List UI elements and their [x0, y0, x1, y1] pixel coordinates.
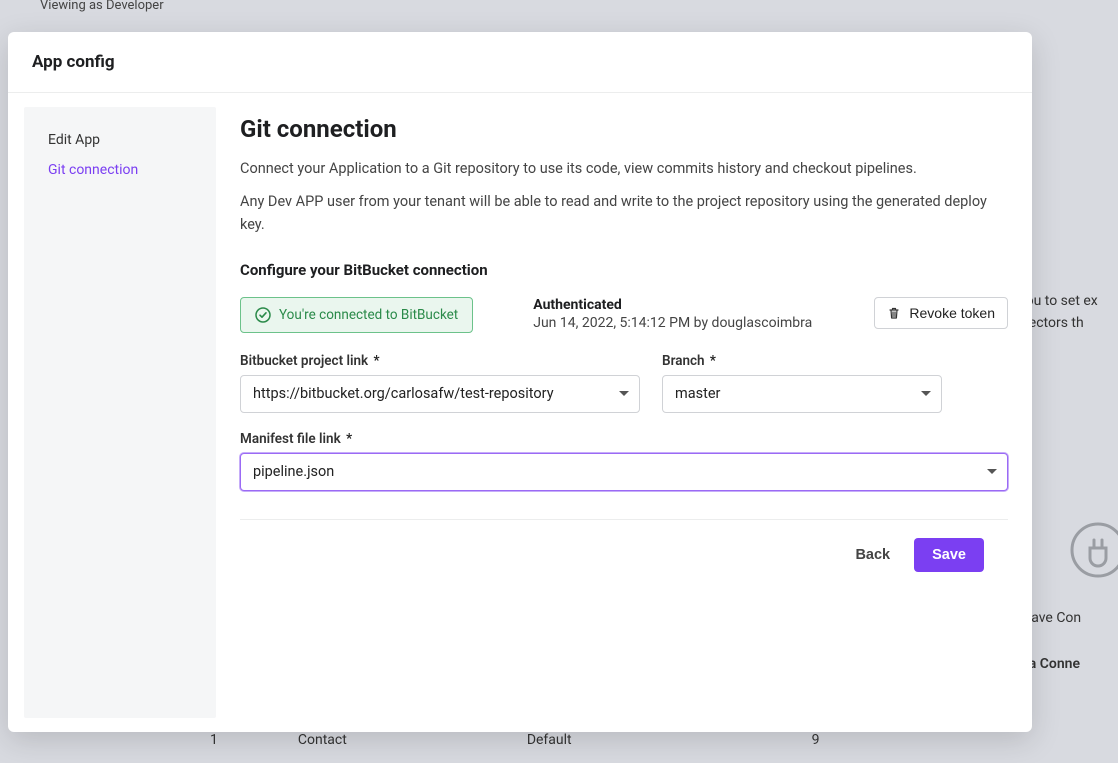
connected-badge-text: You're connected to BitBucket [279, 307, 458, 323]
save-button[interactable]: Save [914, 538, 984, 572]
field-branch: Branch * master [662, 353, 942, 413]
modal-header: App config [8, 32, 1032, 93]
field-project-link: Bitbucket project link * https://bitbuck… [240, 353, 640, 413]
back-button[interactable]: Back [849, 539, 896, 571]
sidebar-item-edit-app[interactable]: Edit App [24, 125, 216, 155]
bg-table-type: Default [527, 732, 572, 748]
chevron-down-icon [921, 391, 931, 396]
sidebar-item-git-connection[interactable]: Git connection [24, 155, 216, 185]
viewing-as-text: Viewing as Developer [40, 0, 164, 13]
modal-sidebar: Edit App Git connection [24, 107, 216, 718]
bg-table-num: 1 [210, 732, 218, 748]
bg-table-count: 9 [812, 732, 820, 748]
page-desc-1: Connect your Application to a Git reposi… [240, 157, 1008, 180]
modal-main: Git connection Connect your Application … [216, 93, 1032, 732]
page-heading: Git connection [240, 115, 1008, 143]
chevron-down-icon [987, 469, 997, 474]
app-config-modal: App config Edit App Git connection Git c… [8, 32, 1032, 732]
page-desc-2: Any Dev APP user from your tenant will b… [240, 190, 1008, 236]
auth-info: Authenticated Jun 14, 2022, 5:14:12 PM b… [533, 297, 854, 331]
bg-table-name: Contact [298, 732, 347, 748]
connected-badge: You're connected to BitBucket [240, 297, 473, 333]
sidebar-item-label: Edit App [48, 132, 100, 148]
project-link-select[interactable]: https://bitbucket.org/carlosafw/test-rep… [240, 375, 640, 413]
field-label-project: Bitbucket project link * [240, 353, 640, 369]
auth-heading: Authenticated [533, 297, 854, 313]
modal-footer: Back Save [240, 519, 1008, 590]
field-label-branch: Branch * [662, 353, 942, 369]
modal-title: App config [32, 52, 1008, 72]
sidebar-item-label: Git connection [48, 162, 138, 178]
plug-icon [1068, 520, 1118, 580]
trash-icon [887, 306, 901, 320]
chevron-down-icon [619, 391, 629, 396]
revoke-token-label: Revoke token [909, 305, 995, 321]
manifest-value: pipeline.json [253, 463, 334, 480]
branch-select[interactable]: master [662, 375, 942, 413]
manifest-select[interactable]: pipeline.json [240, 453, 1008, 491]
configure-label: Configure your BitBucket connection [240, 261, 1008, 279]
project-link-value: https://bitbucket.org/carlosafw/test-rep… [253, 385, 554, 402]
field-label-manifest: Manifest file link * [240, 431, 1008, 447]
revoke-token-button[interactable]: Revoke token [874, 297, 1008, 329]
auth-detail: Jun 14, 2022, 5:14:12 PM by douglascoimb… [533, 315, 854, 331]
branch-value: master [675, 385, 720, 402]
check-circle-icon [255, 307, 271, 323]
field-manifest: Manifest file link * pipeline.json [240, 431, 1008, 491]
